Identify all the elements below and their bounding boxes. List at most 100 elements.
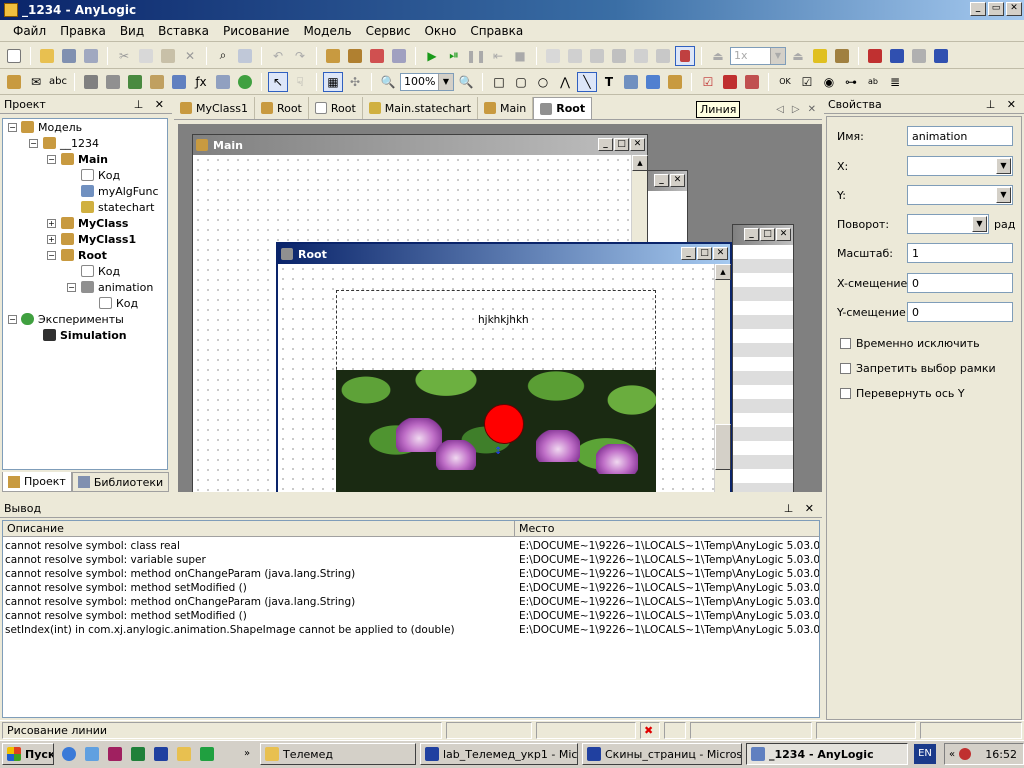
- image-icon[interactable]: [125, 72, 145, 92]
- tab-main[interactable]: Main: [478, 97, 534, 119]
- rounded-rect-tool-icon[interactable]: ▢: [511, 72, 531, 92]
- table-icon[interactable]: [169, 72, 189, 92]
- close-button[interactable]: ✕: [670, 174, 685, 187]
- tree-item-animation[interactable]: animation: [81, 279, 153, 295]
- ie-icon[interactable]: [60, 745, 78, 763]
- column-header-place[interactable]: Место: [515, 521, 819, 537]
- algorithm-icon[interactable]: [213, 72, 233, 92]
- minimize-button[interactable]: _: [681, 247, 696, 260]
- ok-button-control-icon[interactable]: OK: [775, 72, 795, 92]
- tray-chevron-icon[interactable]: «: [949, 749, 955, 760]
- close-button[interactable]: ✕: [1006, 2, 1022, 16]
- collapse-icon[interactable]: −: [29, 139, 38, 148]
- tab-scroll-left-icon[interactable]: ◁: [776, 104, 784, 115]
- minimize-button[interactable]: _: [970, 2, 986, 16]
- menu-draw[interactable]: Рисование: [216, 24, 296, 38]
- paste-icon[interactable]: [158, 46, 178, 66]
- menu-view[interactable]: Вид: [113, 24, 151, 38]
- group-tool-icon[interactable]: [665, 72, 685, 92]
- selection-handle-icon[interactable]: ↕: [494, 446, 506, 458]
- panel-pin-close-icon[interactable]: ⊥ ✕: [784, 502, 818, 515]
- bug-icon[interactable]: [832, 46, 852, 66]
- menu-window[interactable]: Окно: [417, 24, 463, 38]
- table-row[interactable]: cannot resolve symbol: method onChangePa…: [3, 568, 819, 582]
- run-icon[interactable]: ▶: [422, 46, 442, 66]
- folder-icon[interactable]: [175, 745, 193, 763]
- component-tool-icon[interactable]: [643, 72, 663, 92]
- oval-tool-icon[interactable]: ○: [533, 72, 553, 92]
- tree-item-code[interactable]: Код: [81, 167, 120, 183]
- menu-model[interactable]: Модель: [296, 24, 358, 38]
- tab-project[interactable]: Проект: [2, 472, 72, 492]
- step-icon[interactable]: ⏯: [444, 46, 464, 66]
- maximize-button[interactable]: □: [760, 228, 775, 241]
- explorer-icon[interactable]: [83, 745, 101, 763]
- inspect-icon[interactable]: [675, 45, 695, 66]
- tree-item-myclass1[interactable]: MyClass1: [61, 231, 136, 247]
- tree-item-simulation[interactable]: Simulation: [43, 327, 127, 343]
- collapse-icon[interactable]: −: [67, 283, 76, 292]
- flip-y-checkbox[interactable]: Перевернуть ось Y: [840, 387, 965, 400]
- close-button[interactable]: ✕: [713, 247, 728, 260]
- chart-icon-2[interactable]: [887, 46, 907, 66]
- tab-close-icon[interactable]: ✕: [808, 104, 816, 115]
- settings-icon[interactable]: [389, 46, 409, 66]
- back-icon[interactable]: ⇤: [488, 46, 508, 66]
- collapse-icon[interactable]: −: [47, 251, 56, 260]
- replace-icon[interactable]: [235, 46, 255, 66]
- copy-icon[interactable]: [136, 46, 156, 66]
- tab-scroll-right-icon[interactable]: ▷: [792, 104, 800, 115]
- water-lily-image[interactable]: ↕: [336, 370, 656, 492]
- root-window[interactable]: Root _ □ ✕ hjkhkjhkh ↕ ▲: [276, 242, 732, 492]
- maximize-button[interactable]: □: [614, 138, 629, 151]
- tree-item-code[interactable]: Код: [81, 263, 120, 279]
- task-telemed[interactable]: Телемед: [260, 743, 416, 765]
- collapse-icon[interactable]: −: [47, 155, 56, 164]
- close-button[interactable]: ✕: [776, 228, 791, 241]
- list-control-icon[interactable]: [720, 72, 740, 92]
- quicklaunch-chevron-icon[interactable]: »: [244, 748, 250, 759]
- port-icon[interactable]: [81, 72, 101, 92]
- tab-myclass1[interactable]: MyClass1: [174, 97, 255, 119]
- language-indicator[interactable]: EN: [914, 744, 936, 764]
- state-icon[interactable]: [147, 72, 167, 92]
- xoffset-field[interactable]: 0: [907, 273, 1013, 293]
- chart-icon-1[interactable]: [865, 46, 885, 66]
- rectangle-tool-icon[interactable]: □: [489, 72, 509, 92]
- antivirus-icon[interactable]: [198, 745, 216, 763]
- expand-icon[interactable]: +: [47, 219, 56, 228]
- menu-service[interactable]: Сервис: [359, 24, 418, 38]
- root-canvas[interactable]: hjkhkjhkh ↕: [278, 264, 714, 492]
- image-tool-icon[interactable]: [621, 72, 641, 92]
- close-button[interactable]: ✕: [630, 138, 645, 151]
- table-row[interactable]: cannot resolve symbol: method setModifie…: [3, 582, 819, 596]
- panel-pin-close-icon[interactable]: ⊥ ✕: [134, 98, 168, 111]
- message-icon[interactable]: ✉: [26, 72, 46, 92]
- minimize-button[interactable]: _: [598, 138, 613, 151]
- menu-help[interactable]: Справка: [463, 24, 530, 38]
- tree-item-myalgfunc[interactable]: myAlgFunc: [81, 183, 159, 199]
- zoom-in-icon[interactable]: 🔍: [456, 72, 476, 92]
- powerpoint-icon[interactable]: [106, 745, 124, 763]
- name-field[interactable]: animation: [907, 126, 1013, 146]
- class-icon[interactable]: [4, 72, 24, 92]
- word-icon[interactable]: [152, 745, 170, 763]
- select-arrow-icon[interactable]: ↖: [268, 71, 288, 92]
- chart-icon-4[interactable]: [931, 46, 951, 66]
- y-field[interactable]: ▼: [907, 185, 1013, 205]
- tree-item-root[interactable]: Root: [61, 247, 107, 263]
- tab-root-animation[interactable]: Root: [533, 97, 593, 119]
- minimize-button[interactable]: _: [654, 174, 669, 187]
- polyline-tool-icon[interactable]: ⋀: [555, 72, 575, 92]
- excel-icon[interactable]: [129, 745, 147, 763]
- abc-icon[interactable]: abc: [48, 72, 68, 92]
- maximize-button[interactable]: ▭: [988, 2, 1004, 16]
- new-file-icon[interactable]: [4, 46, 24, 66]
- chart-icon-3[interactable]: [909, 46, 929, 66]
- open-icon[interactable]: [37, 46, 57, 66]
- root-scrollbar[interactable]: ▲: [714, 264, 731, 492]
- copy-model-icon[interactable]: [543, 46, 563, 66]
- build-icon[interactable]: [323, 46, 343, 66]
- animation-frame[interactable]: [336, 290, 656, 380]
- model-icon-2[interactable]: [565, 46, 585, 66]
